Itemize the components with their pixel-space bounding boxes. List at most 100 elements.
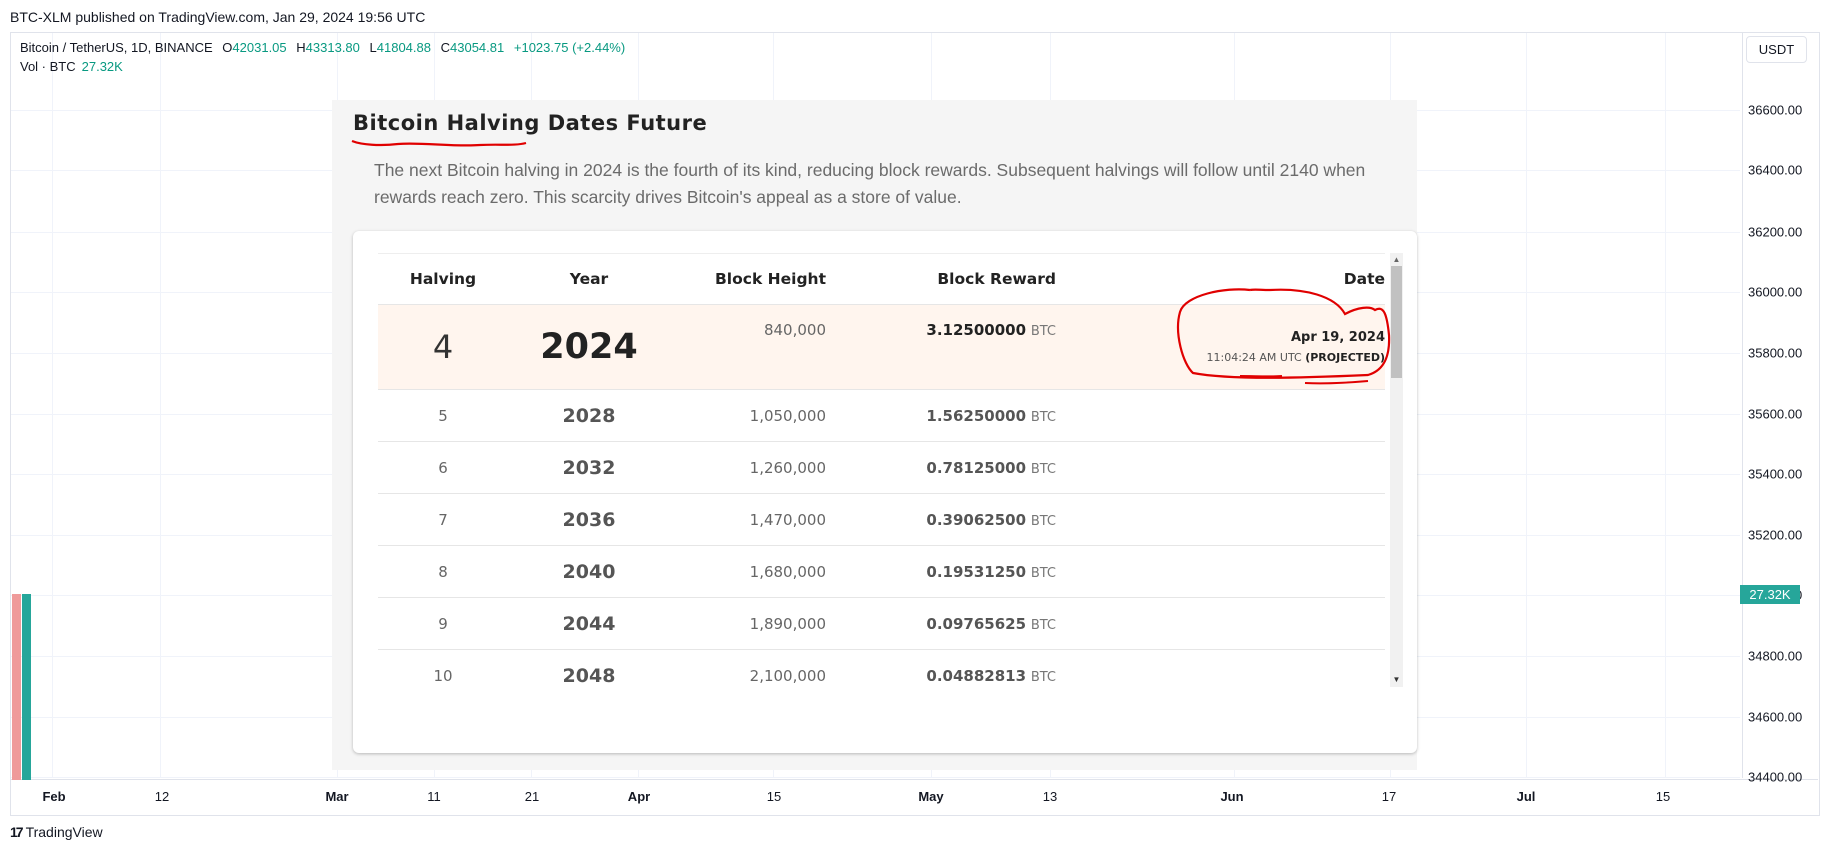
price-tick-label: 36600.00 [1748, 102, 1803, 118]
table-row-current: 4 2024 840,000 3.12500000 BTC Apr 19, 20… [378, 304, 1386, 390]
block-reward-value: 0.19531250 [926, 562, 1027, 581]
halving-date-main: Apr 19, 2024 [1290, 330, 1385, 345]
tradingview-logo[interactable]: 17 TradingView [10, 824, 103, 840]
price-tick-label: 34400.00 [1748, 769, 1803, 785]
low-label: L [369, 40, 377, 55]
price-tick-label: 36000.00 [1748, 284, 1803, 300]
block-reward-unit: BTC [1030, 565, 1056, 581]
halving-date [1057, 545, 1385, 598]
open-label: O [222, 40, 233, 55]
block-reward-unit: BTC [1030, 513, 1056, 529]
volume-legend: Vol · BTC 27.32K [20, 59, 123, 74]
halving-year: 2036 [508, 493, 670, 546]
block-reward-value: 0.78125000 [926, 458, 1027, 477]
volume-bar-red [12, 594, 21, 780]
block-reward-unit: BTC [1030, 617, 1056, 633]
halving-number: 7 [378, 493, 508, 546]
tradingview-brand: TradingView [25, 824, 103, 840]
time-tick-label: 15 [766, 789, 782, 804]
block-reward: 0.39062500 BTC [827, 493, 1057, 546]
price-tick-label: 34600.00 [1748, 709, 1803, 725]
grid-line-vertical [160, 33, 161, 778]
halving-date [1057, 493, 1385, 546]
block-reward-unit: BTC [1030, 669, 1056, 685]
block-reward: 0.09765625 BTC [827, 597, 1057, 650]
price-tick-label: 36200.00 [1748, 224, 1803, 240]
block-reward-value: 3.12500000 [926, 321, 1027, 339]
block-height: 1,470,000 [670, 493, 827, 546]
halving-year: 2028 [508, 389, 670, 442]
halving-table-scroll[interactable]: Halving Year Block Height Block Reward D… [378, 253, 1403, 687]
grid-line-vertical [1665, 33, 1666, 778]
close-value: 43054.81 [450, 40, 505, 55]
scroll-up-arrow-icon[interactable]: ▲ [1390, 253, 1403, 266]
block-height: 1,260,000 [670, 441, 827, 494]
time-tick-label: 15 [1655, 789, 1671, 804]
high-label: H [296, 40, 306, 55]
col-header-block-reward: Block Reward [827, 253, 1057, 305]
price-tick-label: 34800.00 [1748, 648, 1803, 664]
halving-number: 10 [378, 649, 508, 687]
halving-date: Apr 19, 2024 11:04:24 AM UTC (PROJECTED) [1057, 304, 1386, 390]
halving-number: 8 [378, 545, 508, 598]
time-tick-label: 11 [427, 789, 441, 804]
halving-date [1057, 597, 1385, 650]
block-reward: 0.19531250 BTC [827, 545, 1057, 598]
time-tick-label: Mar [325, 789, 349, 804]
table-row: 9 2044 1,890,000 0.09765625 BTC [378, 597, 1385, 650]
block-reward: 3.12500000 BTC [827, 304, 1057, 390]
time-axis-divider [11, 779, 1818, 780]
price-tick-label: 35200.00 [1748, 527, 1803, 543]
change-value: +1023.75 (+2.44%) [513, 40, 626, 55]
tradingview-logo-icon: 17 [10, 824, 24, 840]
table-row: 6 2032 1,260,000 0.78125000 BTC [378, 441, 1385, 494]
price-tick-label: 35600.00 [1748, 406, 1803, 422]
price-tick-label: 35400.00 [1748, 466, 1803, 482]
time-tick-label: 12 [154, 789, 170, 804]
halving-number: 9 [378, 597, 508, 650]
published-caption: BTC-XLM published on TradingView.com, Ja… [10, 9, 426, 25]
time-tick-label: 17 [1381, 789, 1397, 804]
col-header-year: Year [508, 253, 670, 305]
symbol-description[interactable]: Bitcoin / TetherUS, 1D, BINANCE [20, 40, 213, 55]
block-reward: 0.04882813 BTC [827, 649, 1057, 687]
block-reward-unit: BTC [1030, 461, 1056, 477]
currency-button[interactable]: USDT [1746, 36, 1807, 63]
block-reward-value: 0.39062500 [926, 510, 1027, 529]
halving-time: 11:04:24 AM UTC [1206, 351, 1302, 364]
block-height: 840,000 [670, 304, 827, 390]
volume-label[interactable]: Vol · BTC [20, 59, 76, 74]
close-label: C [440, 40, 451, 55]
time-tick-label: Jun [1220, 789, 1244, 804]
col-header-date: Date [1057, 253, 1385, 305]
price-axis-divider [1742, 33, 1743, 778]
halving-date-time: 11:04:24 AM UTC (PROJECTED) [1058, 351, 1386, 364]
block-height: 2,100,000 [670, 649, 827, 687]
time-tick-label: Jul [1516, 789, 1536, 804]
panel-title: Bitcoin Halving Dates Future [353, 111, 708, 135]
grid-line-horizontal [11, 777, 1740, 778]
halving-year: 2044 [508, 597, 670, 650]
halving-year: 2040 [508, 545, 670, 598]
block-reward: 0.78125000 BTC [827, 441, 1057, 494]
col-header-block-height: Block Height [670, 253, 827, 305]
block-reward-unit: BTC [1030, 324, 1056, 339]
table-row: 10 2048 2,100,000 0.04882813 BTC [378, 649, 1385, 687]
price-tick-label: 35800.00 [1748, 345, 1803, 361]
volume-price-badge: 27.32K [1740, 585, 1800, 604]
price-tick-label: 36400.00 [1748, 162, 1803, 178]
scroll-down-arrow-icon[interactable]: ▼ [1390, 673, 1403, 686]
block-height: 1,680,000 [670, 545, 827, 598]
halving-number: 6 [378, 441, 508, 494]
table-header-row: Halving Year Block Height Block Reward D… [378, 253, 1385, 305]
panel-description: The next Bitcoin halving in 2024 is the … [374, 160, 1366, 207]
block-reward-value: 0.04882813 [926, 666, 1027, 685]
volume-bar-green [22, 594, 31, 780]
block-reward-value: 0.09765625 [926, 614, 1027, 633]
table-row: 7 2036 1,470,000 0.39062500 BTC [378, 493, 1385, 546]
table-scrollbar-thumb[interactable] [1391, 266, 1402, 378]
block-reward-value: 1.56250000 [926, 406, 1027, 425]
block-reward-unit: BTC [1030, 409, 1056, 425]
halving-number: 4 [378, 304, 508, 390]
high-value: 43313.80 [305, 40, 360, 55]
